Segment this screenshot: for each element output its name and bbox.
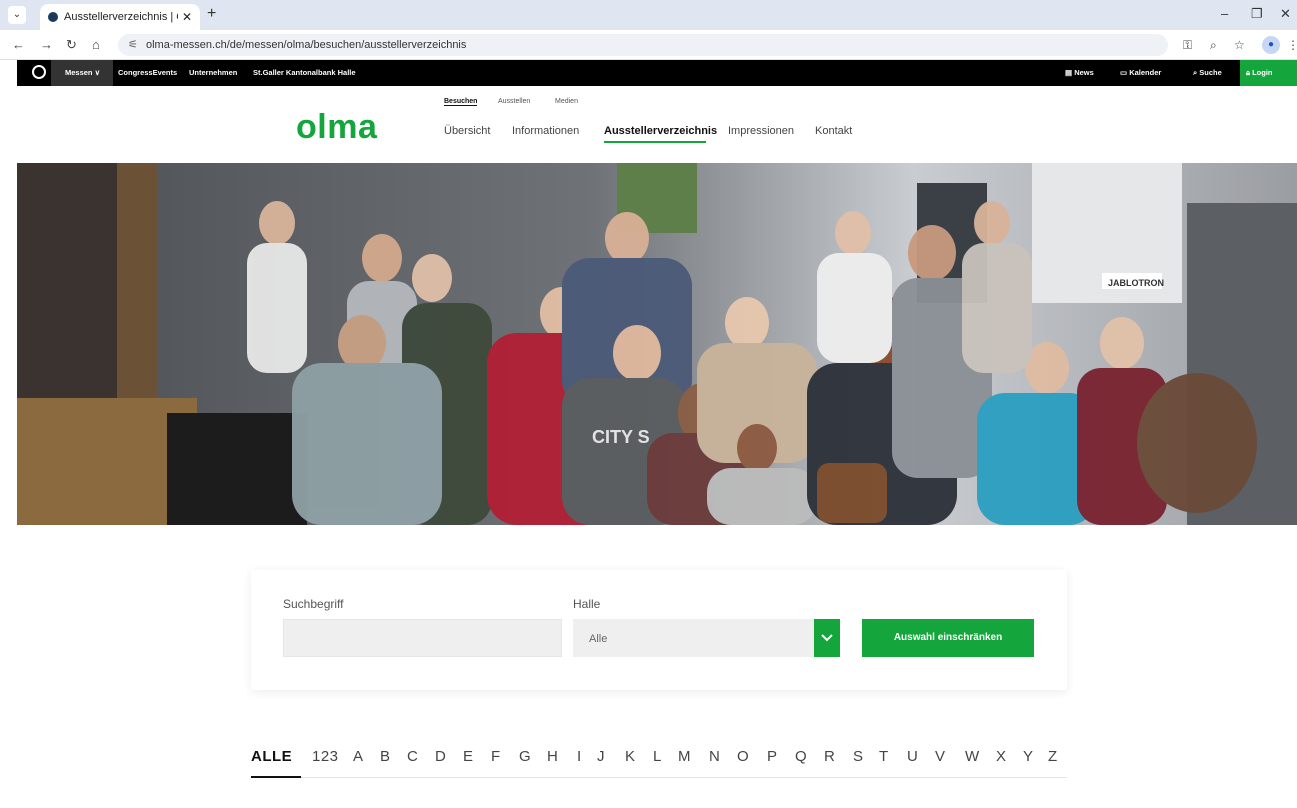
- alphabet-letter-t[interactable]: T: [879, 748, 889, 765]
- olma-favicon-icon: [48, 12, 58, 22]
- topnav-kantonalbank-halle[interactable]: St.Galler Kantonalbank Halle: [253, 60, 356, 86]
- hero-shirt-text: CITY S: [592, 427, 650, 447]
- alphabet-letter-e[interactable]: E: [463, 748, 474, 765]
- alphabet-letter-k[interactable]: K: [625, 748, 636, 765]
- topnav-messen[interactable]: Messen ∨: [51, 60, 113, 86]
- mainnav-ausstellerverzeichnis[interactable]: Ausstellerverzeichnis: [604, 125, 717, 137]
- alphabet-letter-alle[interactable]: ALLE: [251, 748, 292, 765]
- alphabet-letter-b[interactable]: B: [380, 748, 391, 765]
- lock-icon: 🔒︎: [1246, 68, 1250, 77]
- search-input[interactable]: [283, 619, 562, 657]
- alphabet-letter-y[interactable]: Y: [1023, 748, 1034, 765]
- alphabet-letter-j[interactable]: J: [597, 748, 605, 765]
- mainnav-impressionen[interactable]: Impressionen: [728, 125, 794, 137]
- browser-tab-active[interactable]: Ausstellerverzeichnis | OLMA S... ✕: [40, 4, 200, 30]
- url-text: olma-messen.ch/de/messen/olma/besuchen/a…: [146, 39, 467, 51]
- password-key-icon[interactable]: ⚿: [1183, 38, 1192, 53]
- alphabet-letter-123[interactable]: 123: [312, 748, 339, 765]
- new-tab-icon[interactable]: +: [207, 5, 216, 23]
- filter-submit-button[interactable]: Auswahl einschränken: [862, 619, 1034, 657]
- window-close-icon[interactable]: ✕: [1280, 6, 1291, 22]
- olma-logo[interactable]: olma: [296, 108, 377, 147]
- alphabet-letter-q[interactable]: Q: [795, 748, 807, 765]
- alphabet-letter-h[interactable]: H: [547, 748, 558, 765]
- topnav-congressevents[interactable]: CongressEvents: [118, 60, 177, 86]
- back-icon[interactable]: ←: [12, 37, 25, 52]
- mainnav-informationen[interactable]: Informationen: [512, 125, 579, 137]
- top-navigation: Messen ∨ CongressEvents Unternehmen St.G…: [17, 60, 1297, 86]
- chevron-down-icon: [821, 634, 833, 642]
- alphabet-letter-i[interactable]: I: [577, 748, 582, 765]
- subnav-besuchen[interactable]: Besuchen: [444, 98, 478, 106]
- alphabet-letter-n[interactable]: N: [709, 748, 720, 765]
- zoom-icon[interactable]: ⌕: [1210, 38, 1217, 53]
- home-icon[interactable]: ⌂: [92, 37, 100, 52]
- subnav-medien[interactable]: Medien: [555, 98, 578, 105]
- alphabet-letter-v[interactable]: V: [935, 748, 946, 765]
- halle-select-value: Alle: [589, 633, 608, 645]
- alphabet-letter-m[interactable]: M: [678, 748, 691, 765]
- mainnav-kontakt[interactable]: Kontakt: [815, 125, 852, 137]
- halle-select-toggle[interactable]: [814, 619, 840, 657]
- forward-icon[interactable]: →: [40, 37, 53, 52]
- restore-icon[interactable]: ❐: [1251, 6, 1263, 22]
- profile-avatar-icon[interactable]: ●: [1262, 36, 1280, 54]
- search-label: Suchbegriff: [283, 597, 344, 611]
- address-bar[interactable]: ⚟ olma-messen.ch/de/messen/olma/besuchen…: [118, 34, 1168, 56]
- olma-group-logo-icon[interactable]: [32, 65, 46, 79]
- alphabet-letter-p[interactable]: P: [767, 748, 778, 765]
- hero-crowd-illustration: JABLOTRON CITY S: [17, 163, 1297, 525]
- alphabet-letter-r[interactable]: R: [824, 748, 835, 765]
- bookmark-star-icon[interactable]: ☆: [1234, 38, 1245, 52]
- browser-menu-icon[interactable]: ⋮: [1287, 38, 1297, 52]
- halle-label: Halle: [573, 597, 601, 611]
- news-icon: ▤: [1065, 68, 1073, 77]
- site-settings-icon[interactable]: ⚟: [128, 34, 138, 56]
- alphabet-letter-x[interactable]: X: [996, 748, 1007, 765]
- alphabet-letter-l[interactable]: L: [653, 748, 662, 765]
- topnav-news[interactable]: ▤ News: [1065, 60, 1094, 86]
- search-icon: ⌕: [1193, 68, 1198, 77]
- alphabet-letter-w[interactable]: W: [965, 748, 980, 765]
- tab-search-menu-icon[interactable]: ⌄: [8, 6, 26, 24]
- topnav-unternehmen[interactable]: Unternehmen: [189, 60, 237, 86]
- alphabet-letter-s[interactable]: S: [853, 748, 864, 765]
- filter-card: Suchbegriff Halle Alle Auswahl einschrän…: [251, 570, 1067, 690]
- alphabet-letter-d[interactable]: D: [435, 748, 446, 765]
- mainnav-uebersicht[interactable]: Übersicht: [444, 125, 490, 137]
- halle-select[interactable]: Alle: [573, 619, 840, 657]
- active-letter-underline: [251, 776, 301, 778]
- reload-icon[interactable]: ↻: [66, 37, 77, 53]
- login-button[interactable]: 🔒︎ Login: [1240, 60, 1297, 86]
- alphabet-letter-f[interactable]: F: [491, 748, 501, 765]
- topnav-suche[interactable]: ⌕ Suche: [1193, 60, 1222, 86]
- alphabet-letter-a[interactable]: A: [353, 748, 364, 765]
- alphabet-letter-z[interactable]: Z: [1048, 748, 1058, 765]
- minimize-icon[interactable]: –: [1221, 6, 1228, 21]
- hero-image: JABLOTRON CITY S: [17, 163, 1297, 525]
- alphabet-letter-c[interactable]: C: [407, 748, 418, 765]
- topnav-kalender[interactable]: ▭ Kalender: [1120, 60, 1161, 86]
- hero-sign-text: JABLOTRON: [1108, 278, 1164, 288]
- browser-toolbar: ← → ↻ ⌂ ⚟ olma-messen.ch/de/messen/olma/…: [0, 30, 1297, 60]
- browser-tabstrip: ⌄ Ausstellerverzeichnis | OLMA S... ✕ + …: [0, 0, 1297, 30]
- alphabet-letter-g[interactable]: G: [519, 748, 531, 765]
- alphabet-letter-u[interactable]: U: [907, 748, 918, 765]
- calendar-icon: ▭: [1120, 68, 1128, 77]
- active-nav-underline: [604, 141, 706, 143]
- tab-close-icon[interactable]: ✕: [182, 10, 192, 24]
- subnav-ausstellen[interactable]: Ausstellen: [498, 98, 530, 105]
- tab-title: Ausstellerverzeichnis | OLMA S...: [64, 11, 178, 23]
- alphabet-letter-o[interactable]: O: [737, 748, 749, 765]
- alphabet-filter: ALLE 123 A B C D E F G H I J K L M N O P Q R S T U V W X Y Z: [251, 748, 1067, 778]
